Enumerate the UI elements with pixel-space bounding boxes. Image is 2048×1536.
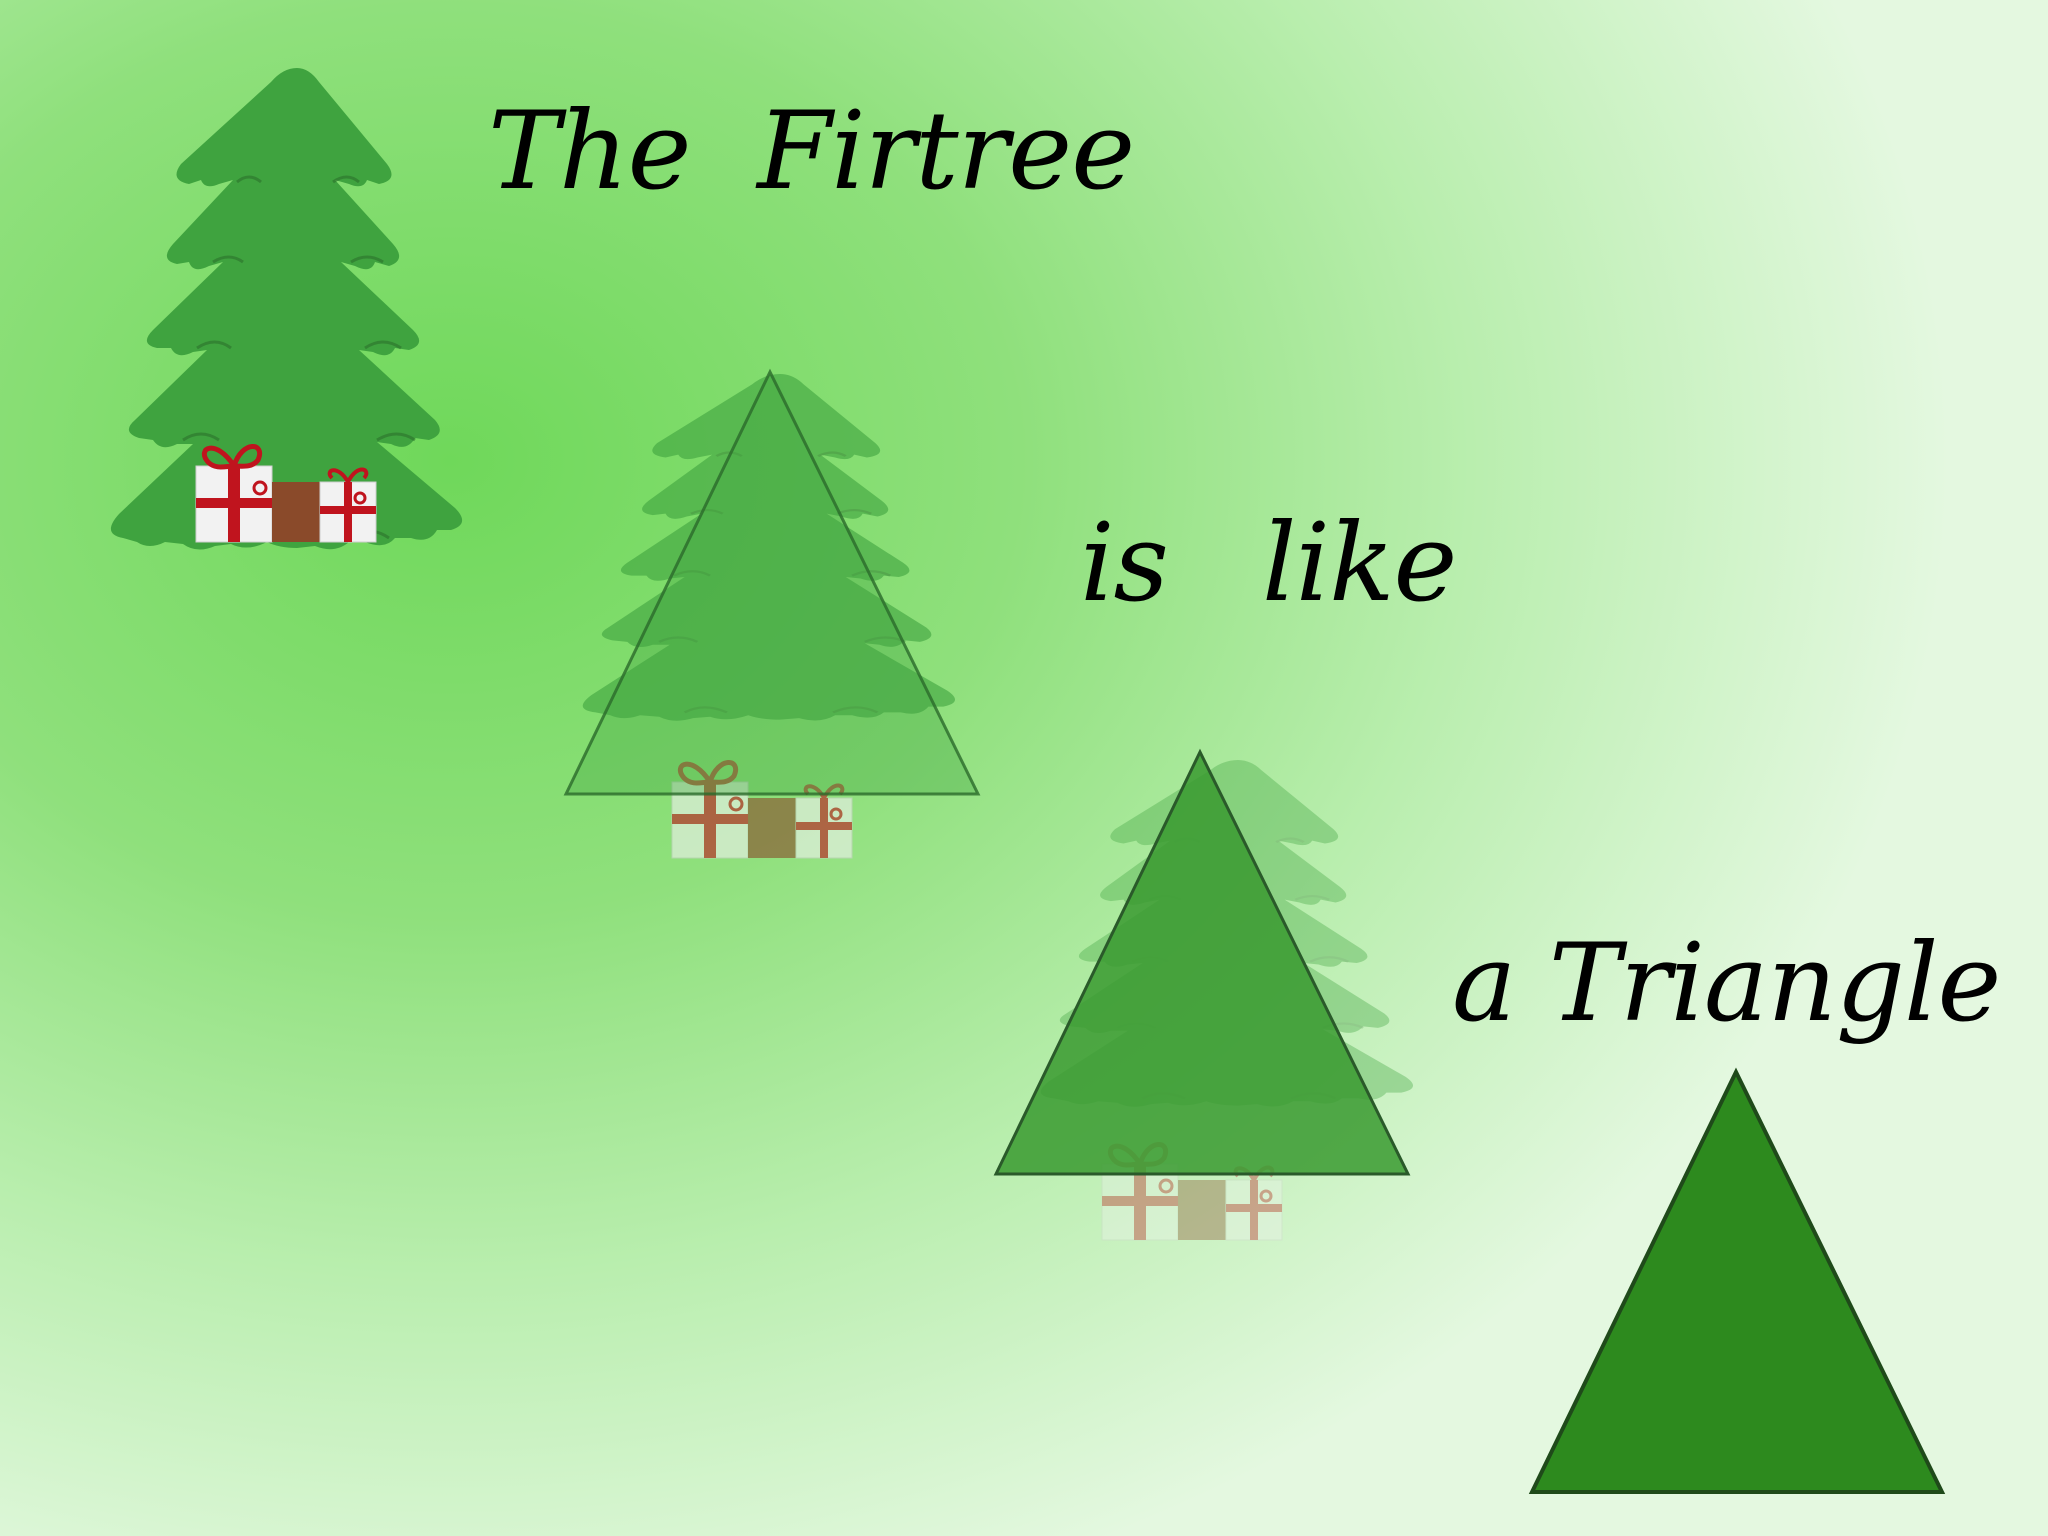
- caption-like: like: [1262, 501, 1457, 626]
- triangle-outline-2: [563, 368, 981, 796]
- firtree-2-image: [563, 368, 981, 858]
- firtree-3-image: [993, 748, 1415, 1240]
- caption-a-triangle: a Triangle: [1452, 921, 2001, 1046]
- slide: The Firtree is like a Triangle: [0, 0, 2048, 1536]
- triangle-shape: [1528, 1067, 1946, 1494]
- caption-the-firtree: The Firtree: [488, 89, 1135, 214]
- illustration: [109, 66, 1946, 1494]
- firtree-1-image: [109, 66, 464, 552]
- triangle-3: [993, 748, 1411, 1176]
- caption-is: is: [1080, 501, 1169, 626]
